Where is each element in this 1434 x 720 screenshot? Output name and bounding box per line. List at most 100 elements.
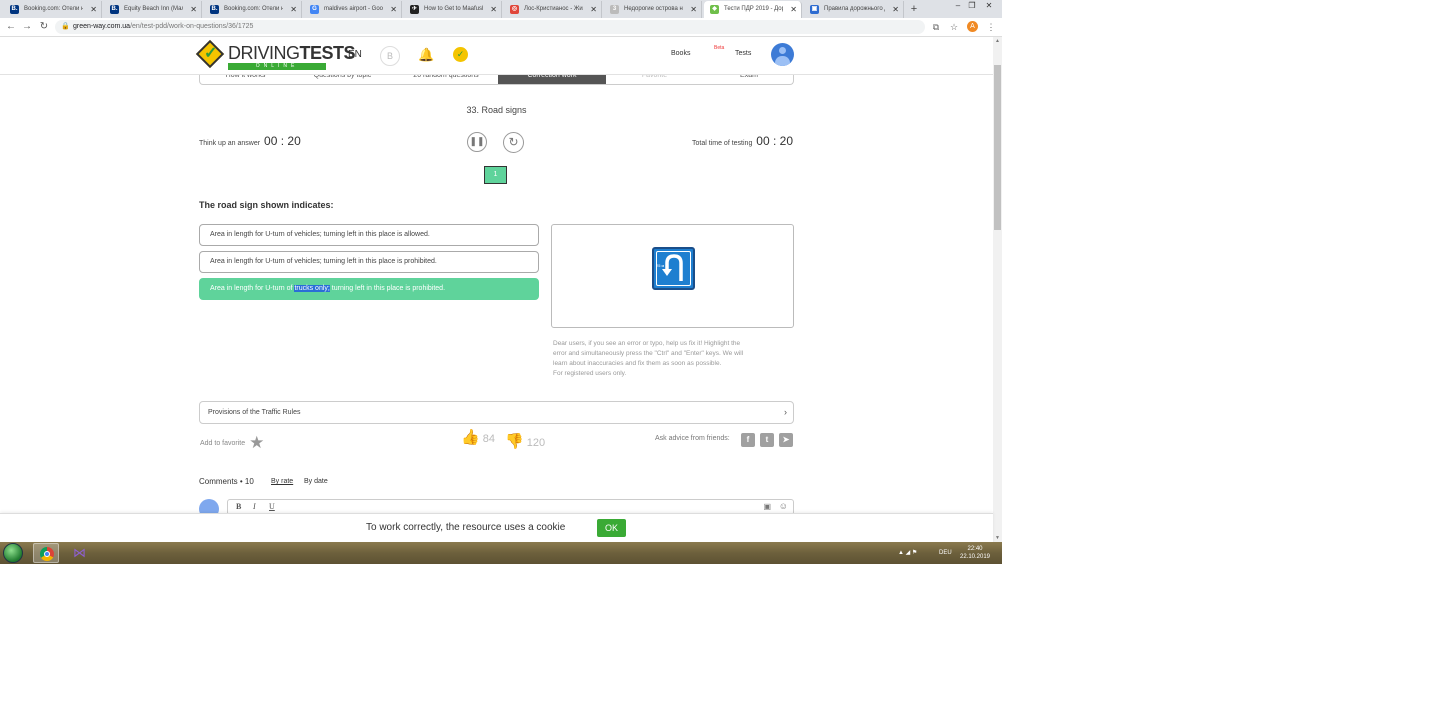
browser-tab-active[interactable]: ◆ Тести ПДР 2019 - Дорож... ✕ (704, 1, 802, 18)
browser-tab[interactable]: B. Booking.com: Отели на... ✕ (204, 1, 302, 18)
tab-favicon-icon: B. (210, 5, 219, 14)
restart-button[interactable]: ↻ (503, 132, 524, 153)
scrollbar-thumb[interactable] (994, 65, 1001, 230)
notification-bell-icon[interactable]: 🔔 (418, 47, 434, 63)
answer-option-3-correct[interactable]: Area in length for U-turn of trucks only… (199, 278, 539, 300)
bold-button[interactable]: B (236, 502, 241, 511)
tab-close-icon[interactable]: ✕ (190, 1, 197, 18)
dislike-button[interactable]: 👎 120 (505, 432, 545, 450)
tab-close-icon[interactable]: ✕ (690, 1, 697, 18)
u-turn-road-sign-icon: 25 м (652, 247, 695, 290)
system-tray-icons[interactable]: ▲ ◢ ⚑ (898, 549, 917, 556)
browser-tab[interactable]: ✈ How to Get to Maafushi... ✕ (404, 1, 502, 18)
comment-user-avatar (199, 499, 219, 513)
clock-time: 22:40 (967, 546, 983, 552)
tab-close-icon[interactable]: ✕ (790, 1, 797, 18)
sort-by-rate-tab[interactable]: By rate (271, 478, 293, 485)
twitter-icon[interactable]: t (760, 433, 774, 447)
avatar-body-shape (775, 56, 790, 66)
keyboard-language-indicator[interactable]: DEU (939, 550, 952, 556)
answer-option-1[interactable]: Area in length for U-turn of vehicles; t… (199, 224, 539, 246)
cookie-ok-button[interactable]: OK (597, 519, 626, 537)
facebook-icon[interactable]: f (741, 433, 755, 447)
star-icon[interactable]: ★ (249, 433, 264, 452)
note-line: learn about inaccuracies and fix them as… (553, 360, 722, 367)
page-scrollbar[interactable]: ▲ ▼ (993, 37, 1002, 542)
tests-link[interactable]: Tests (735, 50, 751, 57)
browser-tab[interactable]: ◎ Лос-Кристианос - Жил... ✕ (504, 1, 602, 18)
comment-editor-toolbar[interactable]: B I U ▣ ☺ (227, 499, 794, 513)
total-timer-value: 00 : 20 (756, 134, 793, 148)
note-line: For registered users only. (553, 370, 627, 377)
scroll-down-arrow-icon[interactable]: ▼ (993, 534, 1002, 542)
bookmark-star-icon[interactable]: ☆ (948, 21, 960, 33)
tab-favicon-icon: B. (10, 5, 19, 14)
achievement-badge-icon[interactable]: ✓ (453, 47, 468, 62)
telegram-icon[interactable]: ➤ (779, 433, 793, 447)
pause-button[interactable]: ❚❚ (467, 132, 487, 152)
maximize-button[interactable]: ❐ (966, 0, 978, 12)
note-line: Dear users, if you see an error or typo,… (553, 340, 741, 347)
insert-image-icon[interactable]: ▣ (763, 502, 771, 511)
italic-button[interactable]: I (253, 502, 256, 511)
sort-by-date-tab[interactable]: By date (304, 478, 328, 485)
browser-tab[interactable]: ▣ Правила дорожнього д... ✕ (804, 1, 904, 18)
menu-dots-icon[interactable]: ⋮ (985, 21, 997, 33)
selected-text-highlight: trucks only; (294, 285, 330, 292)
translate-icon[interactable]: ⧉ (930, 21, 942, 33)
address-bar[interactable]: 🔒 green-way.com.ua/en/test-pdd/work-on-q… (55, 20, 925, 34)
answer-text: Area in length for U-turn of vehicles; t… (210, 258, 437, 265)
reload-icon[interactable]: ↻ (37, 20, 51, 34)
start-button[interactable] (3, 543, 23, 563)
back-arrow-icon[interactable]: ← (4, 20, 18, 34)
think-timer: Think up an answer 00 : 20 (199, 134, 301, 148)
browser-tab-strip: B. Booking.com: Отели на... ✕ B. Equity … (0, 0, 1002, 18)
provisions-label: Provisions of the Traffic Rules (208, 409, 301, 416)
question-number-box[interactable]: 1 (484, 166, 507, 184)
tab-favicon-icon: ✈ (410, 5, 419, 14)
browser-tab[interactable]: G maldives airport - Goog... ✕ (304, 1, 402, 18)
forward-arrow-icon[interactable]: → (20, 20, 34, 34)
tab-close-icon[interactable]: ✕ (90, 1, 97, 18)
minimize-button[interactable]: – (952, 0, 964, 12)
user-avatar[interactable] (771, 43, 794, 66)
scroll-up-arrow-icon[interactable]: ▲ (993, 37, 1002, 45)
chevron-right-icon: › (784, 407, 787, 417)
answer-text: Area in length for U-turn of vehicles; t… (210, 231, 430, 238)
web-page: How it works Questions by topic 20 rando… (0, 37, 993, 513)
site-logo[interactable]: ✓ DRIVINGTESTS ONLINE (195, 39, 356, 71)
screen: B. Booking.com: Отели на... ✕ B. Equity … (0, 0, 1002, 564)
like-button[interactable]: 👍 84 (461, 428, 495, 446)
tab-close-icon[interactable]: ✕ (290, 1, 297, 18)
emoji-icon[interactable]: ☺ (779, 501, 788, 511)
taskbar-visual-studio-app[interactable]: ⋈ (68, 543, 94, 563)
browser-tab[interactable]: 3 Недорогие острова на... ✕ (604, 1, 702, 18)
profile-avatar-icon[interactable]: A (967, 21, 978, 32)
close-window-button[interactable]: ✕ (983, 0, 995, 12)
taskbar-chrome-app[interactable] (33, 543, 59, 563)
underline-button[interactable]: U (269, 502, 275, 511)
new-tab-button[interactable]: + (907, 0, 921, 18)
tab-favicon-icon: 3 (610, 5, 619, 14)
tab-favicon-icon: ▣ (810, 5, 819, 14)
tab-close-icon[interactable]: ✕ (892, 1, 899, 18)
taskbar-clock[interactable]: 22:40 22.10.2019 (956, 545, 994, 561)
add-to-favorite[interactable]: Add to favorite ★ (200, 433, 264, 453)
tab-close-icon[interactable]: ✕ (590, 1, 597, 18)
clock-date: 22.10.2019 (959, 554, 991, 560)
tab-close-icon[interactable]: ✕ (490, 1, 497, 18)
browser-tab[interactable]: B. Equity Beach Inn (Мальд... ✕ (104, 1, 202, 18)
ask-advice-label: Ask advice from friends: (655, 435, 730, 442)
answer-option-2[interactable]: Area in length for U-turn of vehicles; t… (199, 251, 539, 273)
browser-toolbar: ← → ↻ 🔒 green-way.com.ua/en/test-pdd/wor… (0, 18, 1002, 37)
browser-tab[interactable]: B. Booking.com: Отели на... ✕ (4, 1, 102, 18)
logo-online-strip: ONLINE (228, 63, 326, 70)
beta-label: Beta (714, 45, 725, 51)
books-link[interactable]: Books (671, 50, 690, 57)
url-domain: green-way.com.ua (73, 23, 131, 30)
category-selector[interactable]: B (380, 46, 400, 66)
thumbs-up-icon: 👍 (461, 429, 480, 446)
provisions-accordion[interactable]: Provisions of the Traffic Rules › (199, 401, 794, 424)
language-selector[interactable]: EN (348, 49, 362, 60)
tab-close-icon[interactable]: ✕ (390, 1, 397, 18)
